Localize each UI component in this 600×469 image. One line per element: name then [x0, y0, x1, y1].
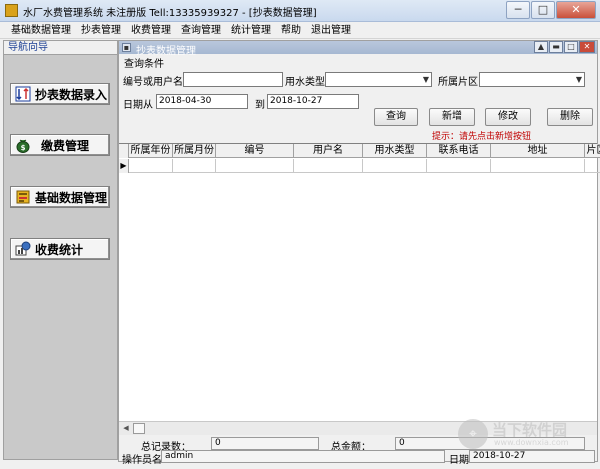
col-code[interactable]: 编号 — [216, 144, 294, 158]
query-group-label: 查询条件 — [124, 59, 164, 70]
header-corner — [119, 144, 129, 158]
table-row[interactable]: ▶ — [119, 159, 600, 173]
statistics-icon — [15, 241, 31, 257]
date-from-input[interactable]: 2018-04-30 — [156, 94, 248, 109]
menu-statistics[interactable]: 统计管理 — [226, 22, 276, 38]
edit-button[interactable]: 修改 — [485, 108, 531, 126]
meter-data-window: ▪ 抄表数据管理 ▲ ▬ □ ✕ 查询条件 编号或用户名 用水类型 ▼ 所属片区… — [118, 40, 600, 466]
scroll-left-icon[interactable]: ◀ — [120, 423, 132, 434]
window-controls: ─ □ ✕ — [505, 1, 596, 19]
maximize-button[interactable]: □ — [531, 1, 555, 19]
grid-cell[interactable] — [427, 159, 491, 173]
col-area[interactable]: 片区 — [585, 144, 600, 158]
hint-text: 提示：请先点击新增按钮 — [432, 132, 532, 142]
database-icon — [15, 189, 31, 205]
col-year[interactable]: 所属年份 — [129, 144, 173, 158]
code-label: 编号或用户名 — [123, 77, 183, 88]
add-button[interactable]: 新增 — [429, 108, 475, 126]
chevron-down-icon: ▼ — [422, 75, 429, 84]
water-type-label: 用水类型 — [285, 77, 325, 88]
minimize-button[interactable]: ─ — [506, 1, 530, 19]
col-address[interactable]: 地址 — [491, 144, 585, 158]
grid-cell[interactable] — [491, 159, 585, 173]
date-label: 日期 — [449, 455, 469, 466]
nav-fee-statistics-label: 收费统计 — [35, 242, 84, 257]
child-maximize-button[interactable]: □ — [564, 41, 578, 53]
area-select[interactable]: ▼ — [479, 72, 585, 87]
money-bag-icon: $ — [15, 137, 31, 153]
child-title-bar: ▪ 抄表数据管理 ▲ ▬ □ ✕ — [119, 41, 597, 57]
grid-cell[interactable] — [585, 159, 600, 173]
scroll-thumb[interactable] — [133, 423, 145, 434]
grid-cell[interactable] — [294, 159, 363, 173]
operator-label: 操作员名 — [122, 455, 162, 466]
nav-fee-statistics-button[interactable]: 收费统计 — [10, 238, 110, 260]
menu-bar: 基础数据管理 抄表管理 收费管理 查询管理 统计管理 帮助 退出管理 — [0, 22, 600, 39]
row-indicator-icon: ▶ — [119, 159, 129, 173]
watermark-logo-icon: ⌖ — [458, 419, 488, 449]
date-value: 2018-10-27 — [469, 450, 595, 463]
nav-payment-button[interactable]: $ 缴费管理 — [10, 134, 110, 156]
app-icon — [5, 4, 18, 17]
navigation-pane: 导航向导 抄表数据录入 $ 缴费管理 基础数据管理 收费统计 — [3, 40, 118, 460]
window-title: 水厂水费管理系统 未注册版 Tell:13335939327 - [抄表数据管理… — [23, 8, 317, 19]
chevron-down-icon: ▼ — [575, 75, 582, 84]
date-to-input[interactable]: 2018-10-27 — [267, 94, 359, 109]
nav-meter-entry-button[interactable]: 抄表数据录入 — [10, 83, 110, 105]
watermark-text: 当下软件园 — [492, 421, 568, 439]
nav-meter-entry-label: 抄表数据录入 — [35, 87, 108, 102]
child-minimize-button[interactable]: ▬ — [549, 41, 563, 53]
meter-entry-icon — [15, 86, 31, 102]
grid-cell[interactable] — [173, 159, 216, 173]
menu-help[interactable]: 帮助 — [276, 22, 306, 38]
water-type-select[interactable]: ▼ — [325, 72, 432, 87]
grid-cell[interactable] — [129, 159, 173, 173]
area-label: 所属片区 — [438, 77, 478, 88]
menu-meter-reading[interactable]: 抄表管理 — [76, 22, 126, 38]
code-input[interactable] — [183, 72, 283, 87]
title-bar: 水厂水费管理系统 未注册版 Tell:13335939327 - [抄表数据管理… — [0, 0, 600, 22]
delete-button[interactable]: 删除 — [547, 108, 593, 126]
menu-query[interactable]: 查询管理 — [176, 22, 226, 38]
grid-cell[interactable] — [216, 159, 294, 173]
col-water-type[interactable]: 用水类型 — [363, 144, 427, 158]
status-bar: 操作员名 admin 日期 2018-10-27 — [119, 450, 597, 466]
menu-charging[interactable]: 收费管理 — [126, 22, 176, 38]
nav-payment-label: 缴费管理 — [41, 138, 90, 153]
watermark-url: www.downxia.com — [494, 438, 569, 447]
menu-exit[interactable]: 退出管理 — [306, 22, 356, 38]
col-phone[interactable]: 联系电话 — [427, 144, 491, 158]
total-records-value: 0 — [211, 437, 319, 450]
menu-basic-data[interactable]: 基础数据管理 — [6, 22, 76, 38]
date-from-label: 日期从 — [123, 100, 153, 111]
child-window-controls: ▲ ▬ □ ✕ — [533, 41, 595, 53]
child-close-button[interactable]: ✕ — [579, 41, 595, 53]
child-window-icon: ▪ — [122, 43, 131, 52]
date-to-label: 到 — [255, 100, 265, 111]
operator-value: admin — [161, 450, 445, 463]
close-button[interactable]: ✕ — [556, 1, 596, 19]
col-month[interactable]: 所属月份 — [173, 144, 216, 158]
watermark: ⌖ 当下软件园 www.downxia.com — [458, 417, 588, 451]
child-collapse-button[interactable]: ▲ — [534, 41, 548, 53]
grid-header: 所属年份 所属月份 编号 用户名 用水类型 联系电话 地址 片区 — [119, 144, 600, 158]
data-grid[interactable]: 所属年份 所属月份 编号 用户名 用水类型 联系电话 地址 片区 ▶ — [119, 143, 600, 421]
grid-cell[interactable] — [363, 159, 427, 173]
query-button[interactable]: 查询 — [374, 108, 418, 126]
nav-header: 导航向导 — [4, 41, 117, 55]
col-username[interactable]: 用户名 — [294, 144, 363, 158]
nav-basic-data-label: 基础数据管理 — [35, 190, 108, 205]
nav-basic-data-button[interactable]: 基础数据管理 — [10, 186, 110, 208]
svg-text:$: $ — [21, 144, 26, 152]
